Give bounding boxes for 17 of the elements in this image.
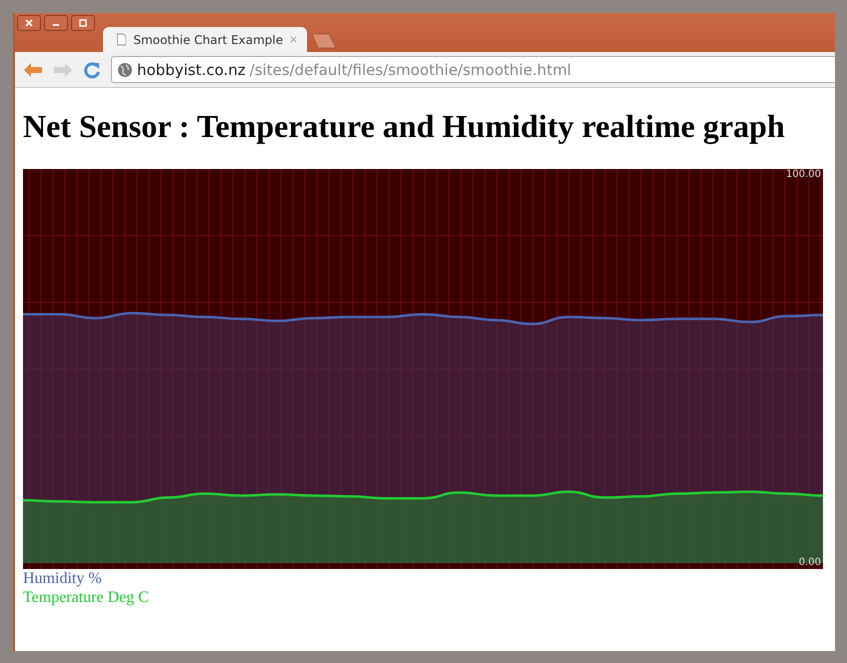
page-heading: Net Sensor : Temperature and Humidity realtime graph — [23, 108, 786, 145]
legend-label: Temperature Deg C — [23, 588, 150, 607]
legend-label: Humidity % — [23, 569, 103, 588]
close-button[interactable] — [17, 15, 41, 31]
maximize-button[interactable] — [71, 15, 95, 31]
new-tab-button[interactable] — [311, 33, 337, 49]
address-field[interactable]: hobbyist.co.nz /sites/default/files/smoothie/smoothie.html — [111, 56, 835, 83]
reload-icon[interactable] — [83, 60, 101, 78]
axis-tick-label: 100.00 — [786, 168, 821, 181]
axis-tick-label: 0.00 — [798, 557, 821, 570]
minimize-button[interactable] — [44, 15, 68, 31]
page-icon — [117, 32, 126, 47]
back-icon[interactable] — [23, 62, 43, 78]
close-icon[interactable] — [290, 35, 297, 44]
close-icon — [24, 18, 34, 28]
maximize-icon — [78, 18, 88, 28]
browser-tab[interactable]: Smoothie Chart Example — [103, 27, 307, 52]
